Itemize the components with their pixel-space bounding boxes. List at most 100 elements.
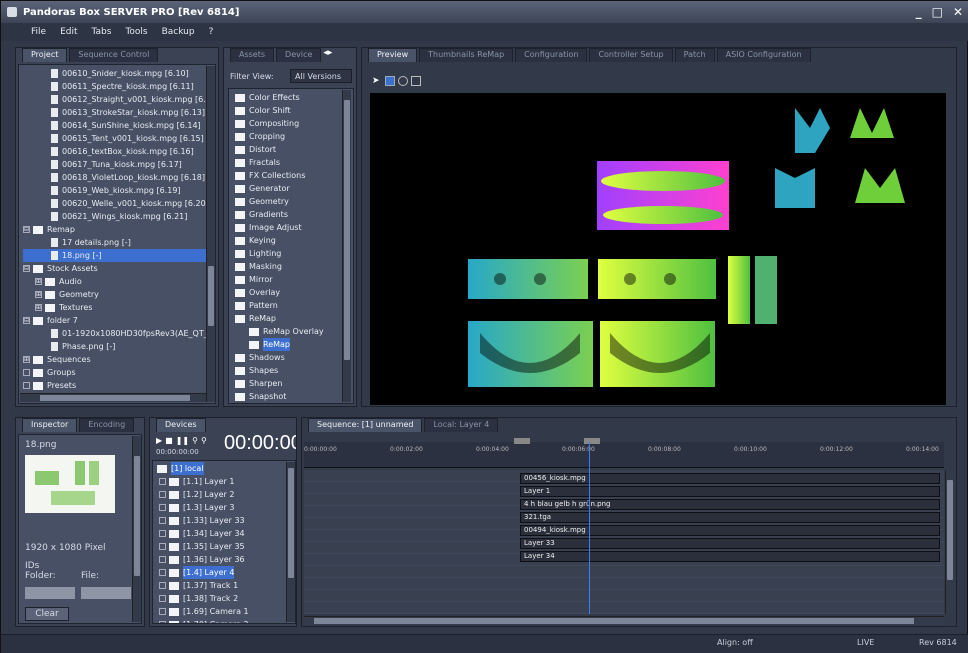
asset-category[interactable]: FX Collections: [235, 169, 353, 182]
timeline-clip[interactable]: 00456_kiosk.mpg: [520, 473, 940, 484]
expand-icon[interactable]: [159, 517, 166, 524]
timeline-clip[interactable]: 00494_kiosk.mpg: [520, 525, 940, 536]
expand-icon[interactable]: ⊞: [23, 356, 30, 363]
zoom-icon[interactable]: ⚲: [201, 436, 207, 445]
close-button[interactable]: ✕: [953, 5, 963, 19]
expand-icon[interactable]: [23, 382, 30, 389]
asset-category[interactable]: Overlay: [235, 286, 353, 299]
tab-encoding[interactable]: Encoding: [79, 418, 135, 432]
playhead-line[interactable]: [589, 442, 590, 614]
tree-folder[interactable]: ⊞ Sequences: [23, 353, 215, 366]
device-layer[interactable]: [1.1] Layer 1: [157, 475, 295, 488]
tab-inspector[interactable]: Inspector: [22, 418, 78, 432]
tree-folder[interactable]: ⊞ Geometry: [23, 288, 215, 301]
timeline-clip[interactable]: Layer 1: [520, 486, 940, 497]
tree-file[interactable]: 00610_Snider_kiosk.mpg [6.10]: [23, 67, 215, 80]
timeline-track[interactable]: [304, 566, 944, 578]
pause-icon[interactable]: ❚❚: [176, 436, 189, 445]
tab-device[interactable]: Device: [276, 48, 322, 62]
device-layer[interactable]: [1.33] Layer 33: [157, 514, 295, 527]
expand-icon[interactable]: ⊞: [35, 304, 42, 311]
device-layer[interactable]: [1.3] Layer 3: [157, 501, 295, 514]
cue-marker[interactable]: [514, 438, 530, 444]
device-layer[interactable]: [1.34] Layer 34: [157, 527, 295, 540]
asset-category[interactable]: Masking: [235, 260, 353, 273]
menu-help[interactable]: ?: [209, 27, 214, 37]
asset-category[interactable]: Cropping: [235, 130, 353, 143]
asset-category[interactable]: ReMap Overlay: [235, 325, 353, 338]
timeline-clip[interactable]: 4 h blau gelb h grün.png: [520, 499, 940, 510]
timeline-track[interactable]: [304, 578, 944, 590]
timeline-clip[interactable]: Layer 34: [520, 551, 940, 562]
tree-folder[interactable]: Groups: [23, 366, 215, 379]
expand-icon[interactable]: [159, 595, 166, 602]
tab-configuration[interactable]: Configuration: [515, 48, 588, 62]
expand-icon[interactable]: [159, 582, 166, 589]
expand-icon[interactable]: [159, 556, 166, 563]
device-layer[interactable]: [1.35] Layer 35: [157, 540, 295, 553]
folder-field[interactable]: [25, 587, 75, 599]
tree-file[interactable]: 00614_SunShine_kiosk.mpg [6.14]: [23, 119, 215, 132]
tab-project[interactable]: Project: [22, 48, 68, 62]
expand-icon[interactable]: ⊟: [23, 265, 30, 272]
device-layer[interactable]: [1.70] Camera 2: [157, 618, 295, 623]
tree-file[interactable]: Phase.png [-]: [23, 340, 215, 353]
asset-category[interactable]: Gradients: [235, 208, 353, 221]
asset-category[interactable]: ReMap: [235, 312, 353, 325]
zoom-tool-icon[interactable]: [385, 76, 395, 86]
expand-icon[interactable]: [159, 621, 166, 623]
device-layer[interactable]: [1.2] Layer 2: [157, 488, 295, 501]
inspector-scrollbar[interactable]: [132, 436, 141, 622]
device-layer[interactable]: [1.37] Track 1: [157, 579, 295, 592]
menu-file[interactable]: File: [31, 27, 46, 37]
rotate-tool-icon[interactable]: [398, 76, 408, 86]
preview-canvas[interactable]: [370, 93, 946, 405]
tree-file[interactable]: 00611_Spectre_kiosk.mpg [6.11]: [23, 80, 215, 93]
tree-file[interactable]: 00621_Wings_kiosk.mpg [6.21]: [23, 210, 215, 223]
asset-category[interactable]: Fractals: [235, 156, 353, 169]
asset-category[interactable]: Pattern: [235, 299, 353, 312]
timeline-clip[interactable]: Layer 33: [520, 538, 940, 549]
tab-scroll-arrows-icon[interactable]: ◂▸: [323, 48, 332, 62]
devices-scrollbar[interactable]: [286, 462, 295, 622]
asset-category[interactable]: Keying: [235, 234, 353, 247]
tab-devices[interactable]: Devices: [156, 418, 206, 432]
project-scrollbar[interactable]: [206, 66, 215, 402]
timeline-track[interactable]: [304, 590, 944, 602]
tree-file[interactable]: 00615_Tent_v001_kiosk.mpg [6.15]: [23, 132, 215, 145]
tree-file[interactable]: 00612_Straight_v001_kiosk.mpg [6.12]: [23, 93, 215, 106]
tree-file[interactable]: 00619_Web_kiosk.mpg [6.19]: [23, 184, 215, 197]
device-layer[interactable]: [1.4] Layer 4: [157, 566, 295, 579]
tab-asio-configuration[interactable]: ASIO Configuration: [716, 48, 811, 62]
asset-category[interactable]: Compositing: [235, 117, 353, 130]
tab-assets[interactable]: Assets: [230, 48, 275, 62]
asset-category[interactable]: Image Adjust: [235, 221, 353, 234]
tree-folder[interactable]: ⊞ Textures: [23, 301, 215, 314]
expand-icon[interactable]: [159, 543, 166, 550]
asset-category[interactable]: Color Shift: [235, 104, 353, 117]
asset-category[interactable]: Shadows: [235, 351, 353, 364]
expand-icon[interactable]: ⊞: [35, 278, 42, 285]
tab-thumbnails-remap[interactable]: Thumbnails ReMap: [419, 48, 514, 62]
expand-icon[interactable]: [159, 504, 166, 511]
assets-scrollbar[interactable]: [342, 90, 351, 402]
tab-controller-setup[interactable]: Controller Setup: [589, 48, 673, 62]
tree-folder[interactable]: ⊟ Remap: [23, 223, 215, 236]
tree-file[interactable]: 00620_Welle_v001_kiosk.mpg [6.20]: [23, 197, 215, 210]
expand-icon[interactable]: [159, 569, 166, 576]
tree-file[interactable]: 01-1920x1080HD30fpsRev3(AE_QT_I: [23, 327, 215, 340]
expand-icon[interactable]: ⊟: [23, 226, 30, 233]
asset-category[interactable]: Color Effects: [235, 91, 353, 104]
filter-select[interactable]: All Versions: [290, 69, 352, 83]
expand-icon[interactable]: ⊞: [35, 291, 42, 298]
file-field[interactable]: [81, 587, 131, 599]
timeline-tracks[interactable]: 00456_kiosk.mpg Layer 1 4 h blau gelb h gr…: [304, 470, 944, 614]
device-layer[interactable]: [1.69] Camera 1: [157, 605, 295, 618]
expand-icon[interactable]: ⊟: [23, 317, 30, 324]
timeline-track[interactable]: [304, 602, 944, 614]
project-hscrollbar[interactable]: [20, 393, 206, 402]
asset-category[interactable]: Generator: [235, 182, 353, 195]
asset-category[interactable]: Geometry: [235, 195, 353, 208]
tree-file[interactable]: 00618_VioletLoop_kiosk.mpg [6.18]: [23, 171, 215, 184]
tree-folder[interactable]: ⊟ Stock Assets: [23, 262, 215, 275]
